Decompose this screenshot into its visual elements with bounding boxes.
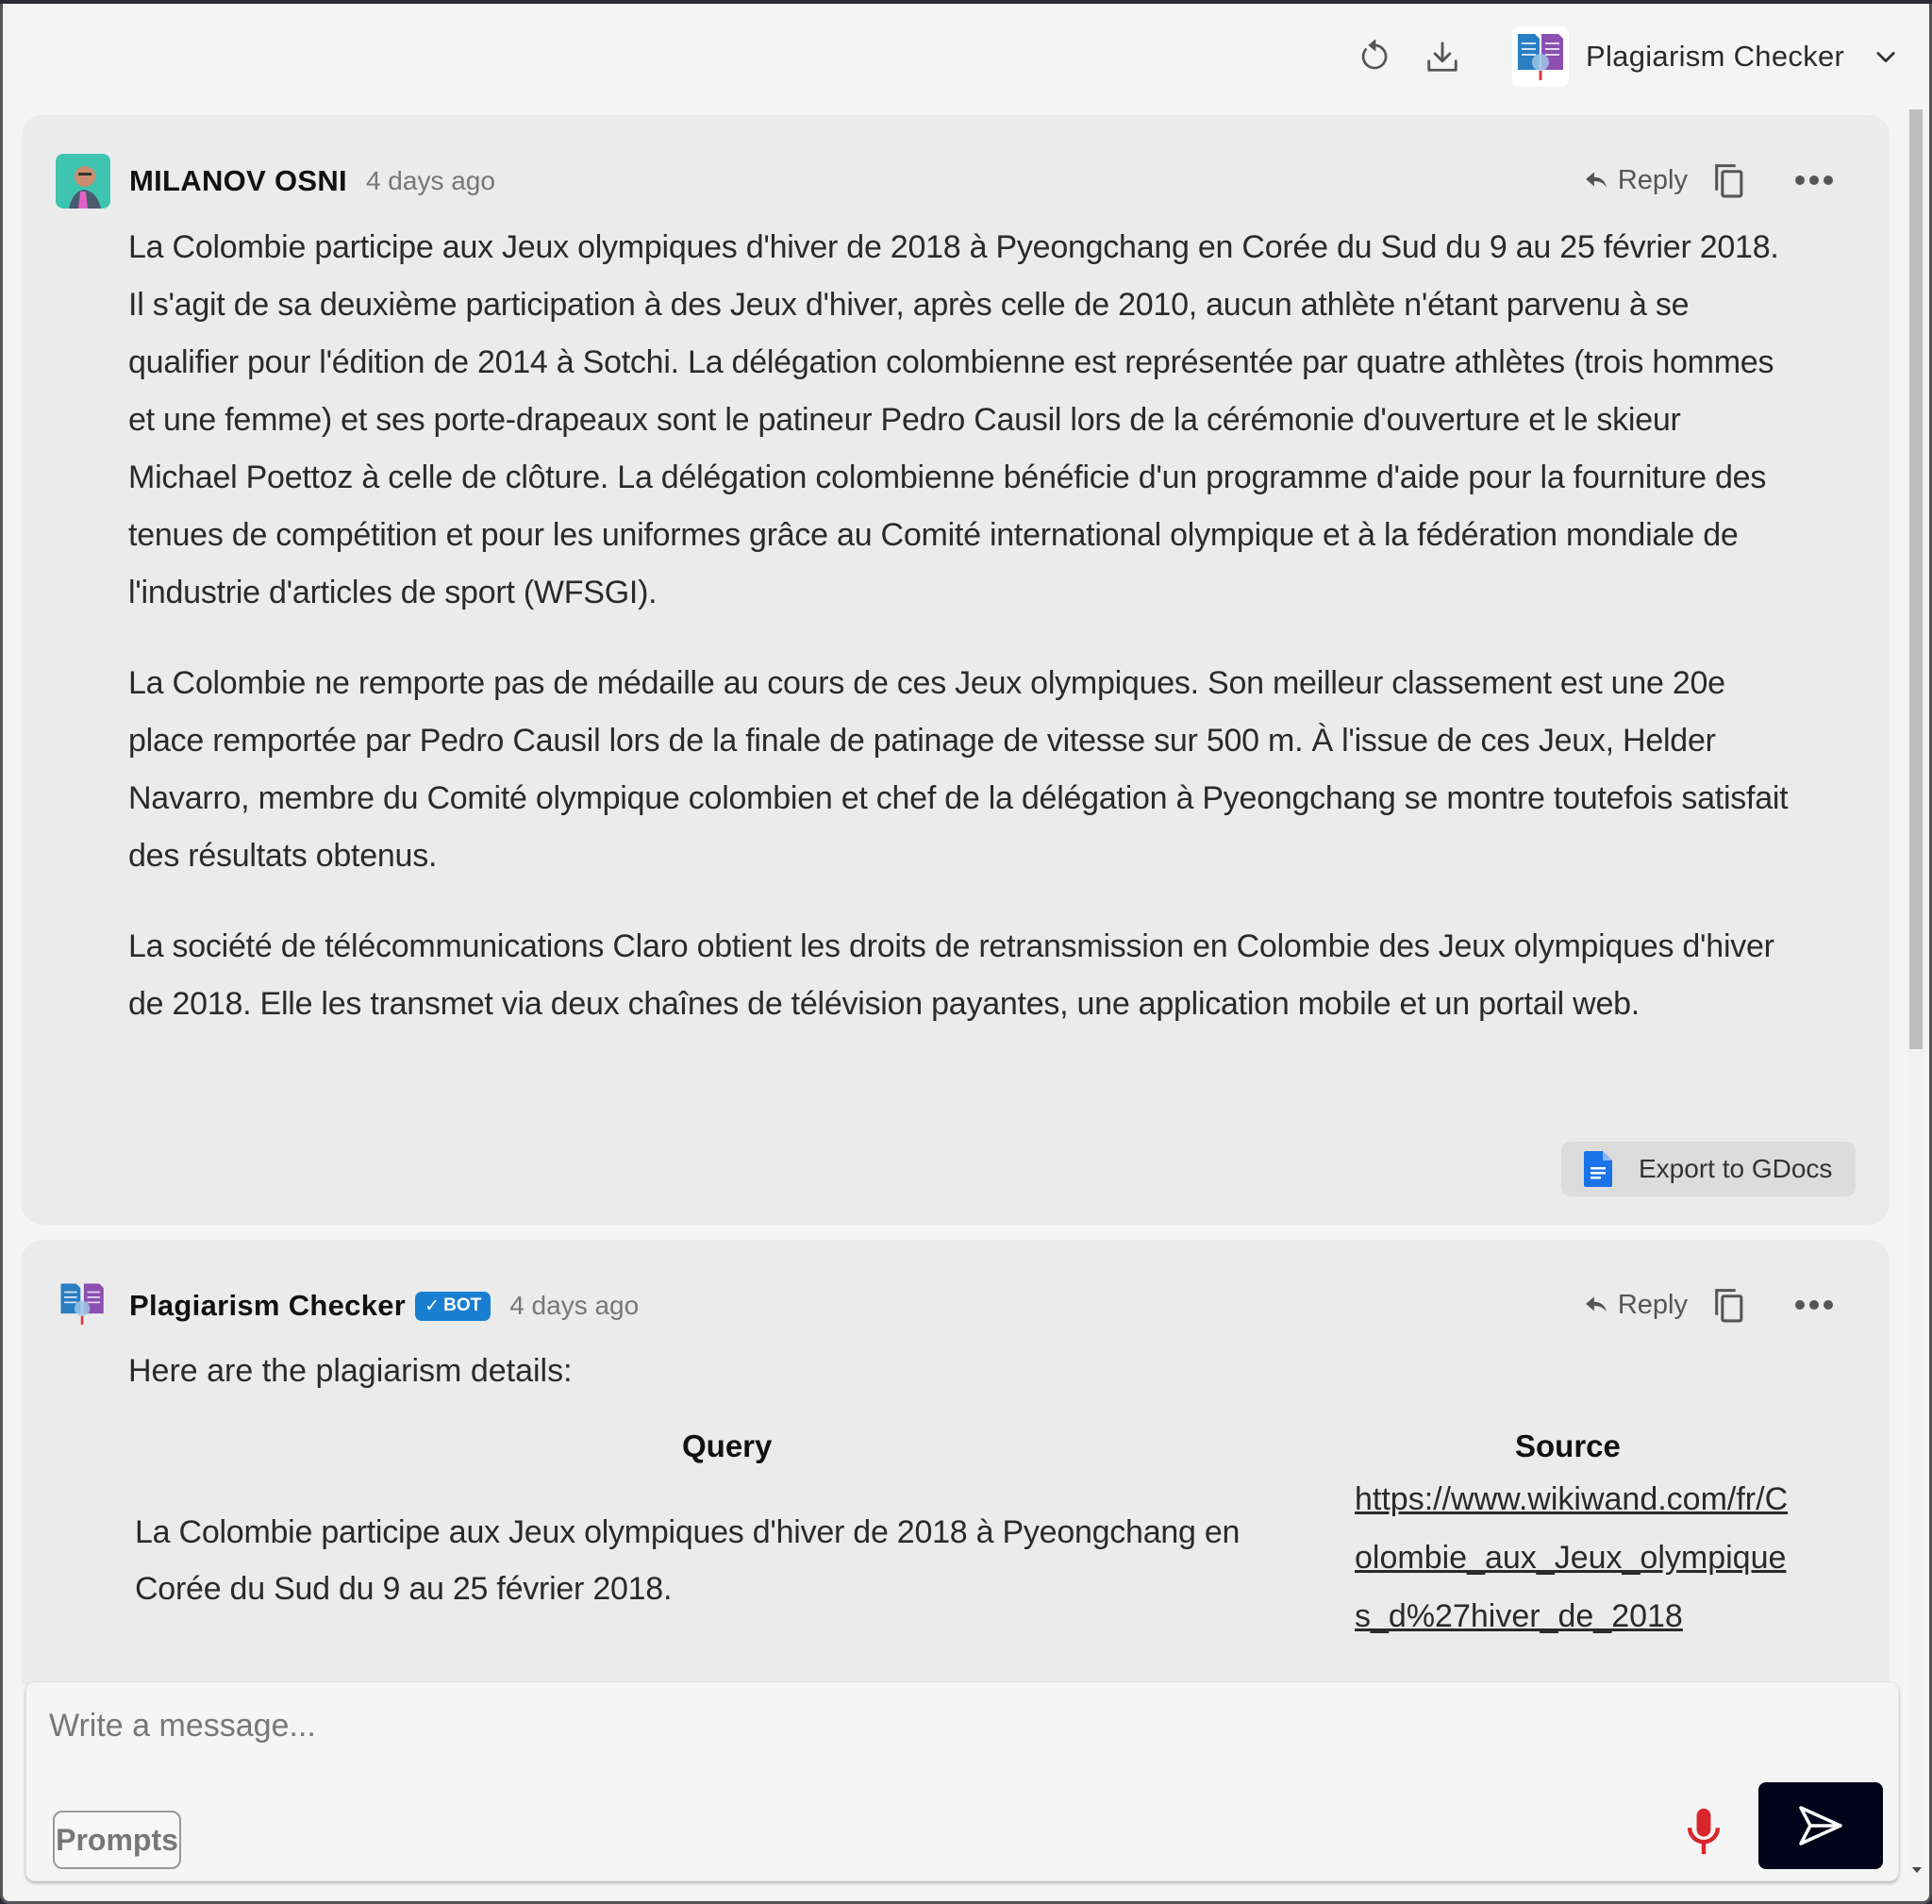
copy-icon[interactable] bbox=[1710, 161, 1746, 199]
export-label: Export to GDocs bbox=[1639, 1154, 1833, 1183]
bot-badge: ✓ BOT bbox=[415, 1291, 491, 1321]
message-actions: Reply bbox=[1584, 157, 1835, 204]
microphone-icon[interactable] bbox=[1685, 1807, 1723, 1856]
refresh-icon bbox=[1361, 40, 1388, 70]
refresh-button[interactable] bbox=[1356, 38, 1393, 75]
reply-button[interactable]: Reply bbox=[1584, 165, 1688, 196]
message-actions: Reply bbox=[1584, 1281, 1835, 1328]
message-timestamp: 4 days ago bbox=[509, 1291, 640, 1320]
chevron-down-icon bbox=[1876, 52, 1895, 63]
download-button[interactable] bbox=[1424, 38, 1461, 75]
check-icon: ✓ bbox=[425, 1295, 441, 1316]
bot-badge-label: BOT bbox=[443, 1295, 482, 1315]
message-bot: Plagiarism Checker ✓ BOT 4 days ago Repl… bbox=[22, 1240, 1890, 1685]
google-docs-icon bbox=[1584, 1151, 1612, 1187]
message-paragraph: La Colombie participe aux Jeux olympique… bbox=[128, 229, 1779, 610]
reply-button[interactable]: Reply bbox=[1584, 1290, 1688, 1321]
source-link[interactable]: https://www.wikiwand.com/fr/Colombie_aux… bbox=[1355, 1470, 1798, 1645]
prompts-button[interactable]: Prompts bbox=[53, 1811, 181, 1869]
send-button[interactable] bbox=[1758, 1782, 1883, 1869]
avatar bbox=[56, 154, 110, 209]
bot-intro-text: Here are the plagiarism details: bbox=[128, 1353, 573, 1389]
bot-selector[interactable]: Plagiarism Checker bbox=[1512, 25, 1899, 89]
message-input[interactable] bbox=[49, 1697, 1653, 1754]
message-user: MILANOV OSNI 4 days ago Reply La Colombi… bbox=[22, 115, 1890, 1225]
reply-icon bbox=[1586, 1296, 1607, 1312]
copy-icon[interactable] bbox=[1710, 1286, 1746, 1324]
message-header: Plagiarism Checker ✓ BOT 4 days ago bbox=[56, 1278, 639, 1334]
query-cell: La Colombie participe aux Jeux olympique… bbox=[135, 1514, 1241, 1607]
message-list[interactable]: MILANOV OSNI 4 days ago Reply La Colombi… bbox=[22, 109, 1890, 1685]
chat-window: Plagiarism Checker MILANOV OSNI 4 days a… bbox=[0, 4, 1932, 1904]
more-options-icon[interactable] bbox=[1793, 1298, 1835, 1311]
export-to-gdocs-button[interactable]: Export to GDocs bbox=[1561, 1142, 1856, 1196]
bot-avatar bbox=[56, 1278, 110, 1333]
plagiarism-checker-logo-icon bbox=[1512, 26, 1569, 87]
message-header: MILANOV OSNI 4 days ago bbox=[56, 153, 495, 209]
message-author: Plagiarism Checker bbox=[129, 1289, 407, 1322]
more-options-icon[interactable] bbox=[1793, 174, 1835, 187]
send-icon bbox=[1799, 1806, 1842, 1846]
reply-label: Reply bbox=[1617, 164, 1688, 195]
vertical-scrollbar[interactable] bbox=[1908, 109, 1924, 1874]
message-composer: Prompts bbox=[25, 1681, 1899, 1881]
column-header-source: Source bbox=[1515, 1428, 1621, 1463]
download-icon bbox=[1427, 42, 1457, 72]
message-paragraph: La société de télécommunications Claro o… bbox=[128, 928, 1774, 1022]
scroll-down-arrow-icon[interactable] bbox=[1912, 1867, 1922, 1873]
bot-selector-name: Plagiarism Checker bbox=[1586, 40, 1845, 73]
message-body: La Colombie participe aux Jeux olympique… bbox=[128, 219, 1789, 1066]
top-bar: Plagiarism Checker bbox=[3, 4, 1929, 108]
message-paragraph: La Colombie ne remporte pas de médaille … bbox=[128, 665, 1789, 874]
column-header-query: Query bbox=[682, 1428, 773, 1463]
reply-label: Reply bbox=[1617, 1289, 1688, 1320]
reply-icon bbox=[1586, 172, 1607, 188]
message-timestamp: 4 days ago bbox=[365, 166, 495, 195]
message-author: MILANOV OSNI bbox=[129, 164, 347, 197]
scrollbar-thumb[interactable] bbox=[1909, 109, 1923, 1049]
